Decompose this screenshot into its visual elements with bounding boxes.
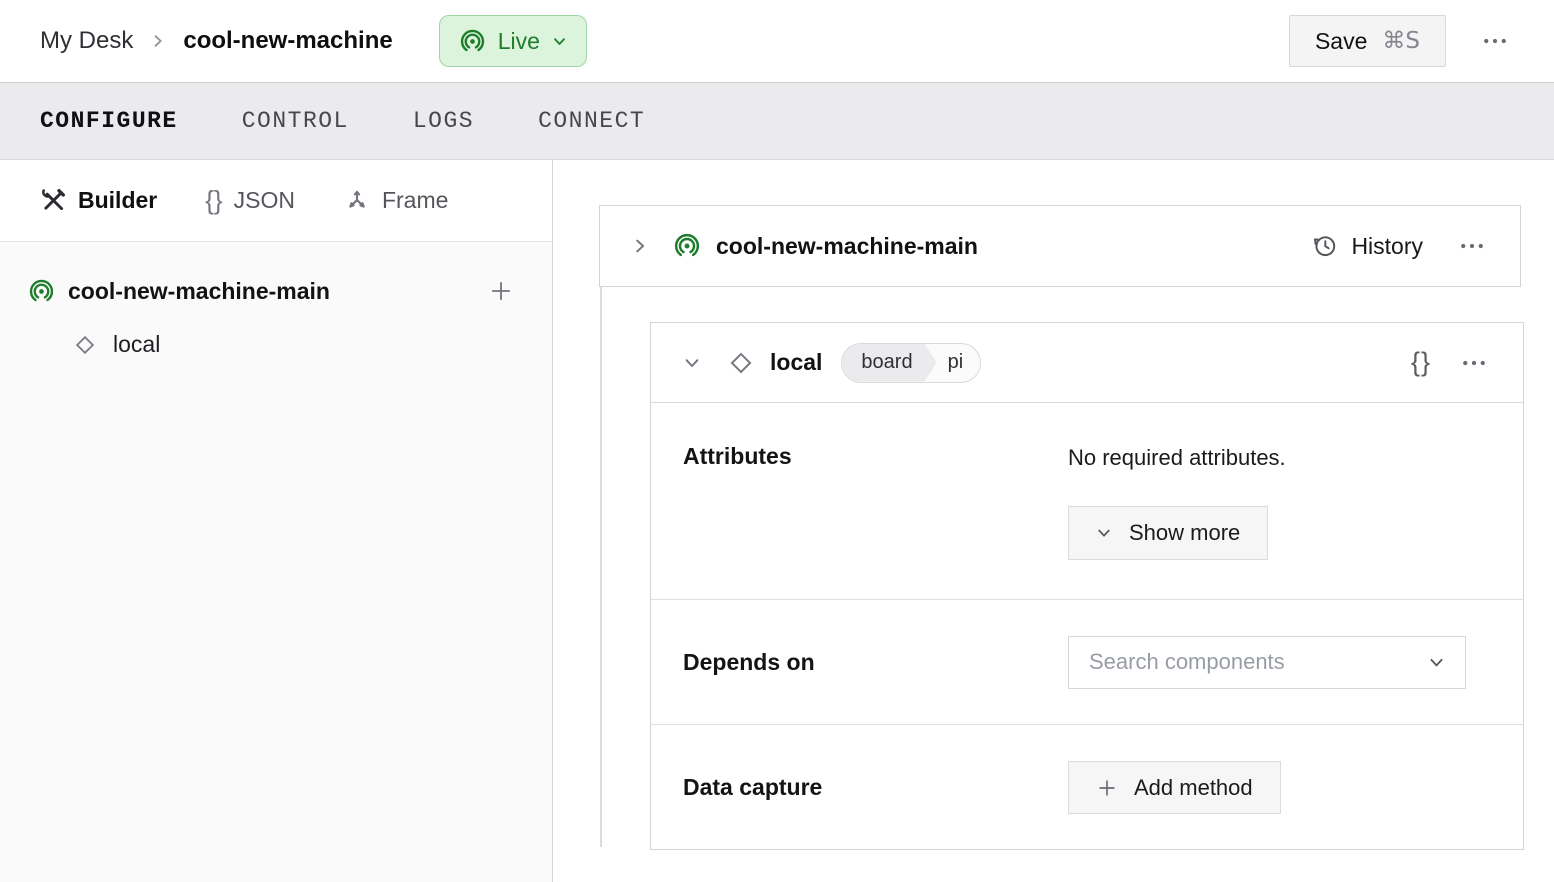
tab-logs[interactable]: LOGS <box>413 102 474 140</box>
chevron-right-icon <box>150 33 166 49</box>
component-type: board <box>842 344 936 382</box>
add-method-label: Add method <box>1134 775 1253 801</box>
view-frame-label: Frame <box>382 187 448 214</box>
part-card-expand-button[interactable] <box>629 235 651 257</box>
depends-on-select[interactable]: Search components <box>1068 636 1466 689</box>
chevron-down-icon <box>552 34 567 49</box>
plus-icon <box>488 278 514 304</box>
component-card-local: local board pi {} <box>650 322 1524 850</box>
braces-icon: {} <box>205 185 222 216</box>
view-builder-label: Builder <box>78 187 157 214</box>
ellipsis-icon <box>1480 26 1510 56</box>
tab-control[interactable]: CONTROL <box>242 102 349 140</box>
machine-status-live-button[interactable]: Live <box>439 15 587 67</box>
component-model: pi <box>937 344 981 382</box>
breadcrumb-parent-link[interactable]: My Desk <box>40 27 133 55</box>
data-capture-section: Data capture Add method <box>651 724 1523 850</box>
top-bar: My Desk cool-new-machine Live Save <box>0 0 1554 82</box>
data-capture-label: Data capture <box>683 774 1068 801</box>
machine-config-page: My Desk cool-new-machine Live Save <box>0 0 1554 882</box>
component-collapse-button[interactable] <box>681 352 703 374</box>
frame-axes-icon <box>343 187 371 215</box>
component-json-button[interactable]: {} <box>1407 347 1435 378</box>
machine-name-title: cool-new-machine <box>183 27 392 55</box>
chevron-down-icon <box>1428 654 1445 671</box>
history-button[interactable]: History <box>1312 233 1423 260</box>
machine-tab-bar: CONFIGURE CONTROL LOGS CONNECT <box>0 82 1554 160</box>
chevron-right-icon <box>631 237 649 255</box>
top-bar-actions: Save ⌘S <box>1289 15 1514 67</box>
component-menu-button[interactable] <box>1455 344 1493 382</box>
tree-machine-part-name: cool-new-machine-main <box>68 278 471 305</box>
tree-machine-part-row[interactable]: cool-new-machine-main <box>28 274 518 308</box>
part-card-menu-button[interactable] <box>1453 227 1491 265</box>
view-json-button[interactable]: {} JSON <box>205 185 295 216</box>
add-component-button[interactable] <box>484 274 518 308</box>
show-more-button[interactable]: Show more <box>1068 506 1268 560</box>
live-label: Live <box>498 28 540 55</box>
attributes-label: Attributes <box>683 443 1068 599</box>
save-button[interactable]: Save ⌘S <box>1289 15 1446 67</box>
tree-component-local-row[interactable]: local <box>72 331 518 358</box>
depends-on-section: Depends on Search components <box>651 599 1523 724</box>
show-more-label: Show more <box>1129 520 1240 546</box>
attributes-empty-message: No required attributes. <box>1068 445 1286 471</box>
part-connector-line <box>600 287 602 847</box>
broadcast-icon <box>459 28 486 55</box>
history-icon <box>1312 233 1338 259</box>
ellipsis-icon <box>1457 231 1487 261</box>
component-card-header: local board pi {} <box>651 323 1523 403</box>
attributes-section: Attributes No required attributes. Show … <box>651 403 1523 599</box>
braces-icon: {} <box>1411 347 1431 377</box>
view-builder-button[interactable]: Builder <box>40 187 157 214</box>
history-label: History <box>1351 233 1423 260</box>
component-name: local <box>770 349 822 376</box>
tools-icon <box>40 187 67 214</box>
component-tree: cool-new-machine-main local <box>0 242 552 358</box>
part-card-title: cool-new-machine-main <box>716 233 978 260</box>
diamond-icon <box>726 348 756 378</box>
machine-part-card: cool-new-machine-main History <box>599 205 1521 287</box>
chevron-down-icon <box>1096 525 1112 541</box>
broadcast-icon <box>28 278 55 305</box>
builder-canvas: cool-new-machine-main History <box>553 160 1554 882</box>
diamond-icon <box>72 332 98 358</box>
machine-menu-button[interactable] <box>1476 22 1514 60</box>
depends-on-label: Depends on <box>683 649 1068 676</box>
plus-icon <box>1096 777 1118 799</box>
add-method-button[interactable]: Add method <box>1068 761 1281 814</box>
tree-component-local-label: local <box>113 331 160 358</box>
component-type-model-badge: board pi <box>841 343 981 383</box>
depends-on-placeholder: Search components <box>1089 649 1285 675</box>
save-shortcut: ⌘S <box>1382 28 1420 54</box>
broadcast-icon <box>673 232 701 260</box>
ellipsis-icon <box>1459 348 1489 378</box>
tab-connect[interactable]: CONNECT <box>538 102 645 140</box>
tab-configure[interactable]: CONFIGURE <box>40 102 178 140</box>
attributes-content: No required attributes. Show more <box>1068 443 1491 599</box>
component-header-actions: {} <box>1407 344 1493 382</box>
view-frame-button[interactable]: Frame <box>343 187 448 215</box>
breadcrumb: My Desk cool-new-machine <box>40 27 393 55</box>
config-sidebar: Builder {} JSON Frame <box>0 160 553 882</box>
save-label: Save <box>1315 28 1367 55</box>
view-json-label: JSON <box>234 187 295 214</box>
config-view-toggle: Builder {} JSON Frame <box>0 160 552 242</box>
chevron-down-icon <box>683 354 701 372</box>
configure-content: Builder {} JSON Frame <box>0 160 1554 882</box>
